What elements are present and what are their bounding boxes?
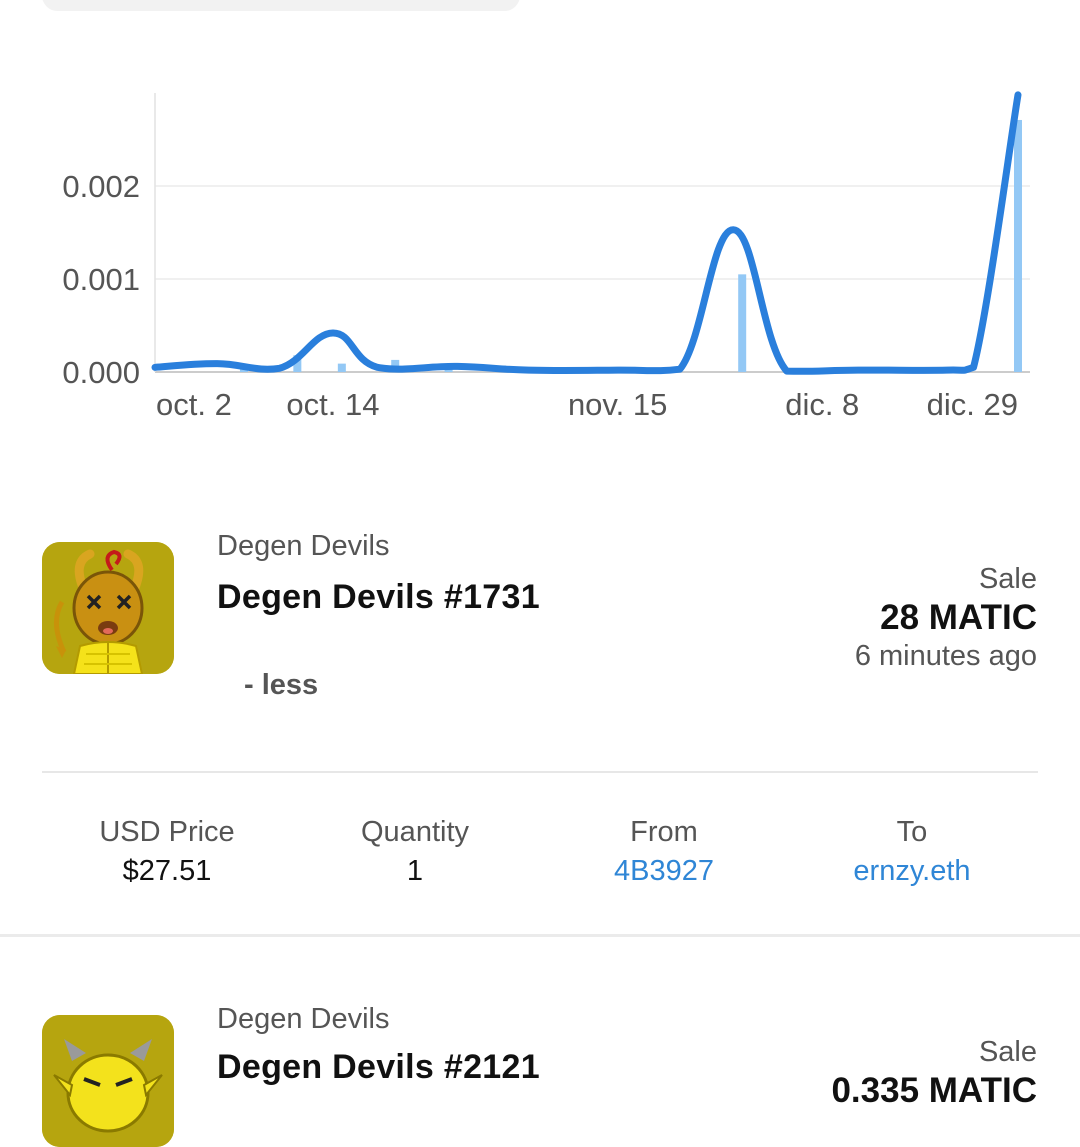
x-tick-label: nov. 15 — [568, 387, 667, 422]
chart-bars — [239, 119, 1022, 372]
y-tick-label: 0.000 — [62, 355, 140, 390]
chart-x-ticks: oct. 2 oct. 14 nov. 15 dic. 8 dic. 29 — [156, 387, 1018, 422]
collection-name[interactable]: Degen Devils — [217, 1003, 389, 1036]
from-label: From — [630, 816, 698, 848]
x-tick-label: dic. 8 — [785, 387, 859, 422]
chart-bar — [738, 274, 747, 372]
x-tick-label: dic. 29 — [927, 387, 1018, 422]
quantity-label: Quantity — [361, 816, 469, 848]
x-tick-label: oct. 2 — [156, 387, 232, 422]
sale-details-row: USD Price $27.51 Quantity 1 From 4B3927 … — [0, 816, 1080, 906]
usd-price-label: USD Price — [99, 816, 235, 848]
nft-item-name[interactable]: Degen Devils #1731 — [217, 578, 540, 617]
collection-name[interactable]: Degen Devils — [217, 530, 389, 563]
sale-time: 6 minutes ago — [854, 640, 1037, 672]
sale-price: 0.335 MATIC — [831, 1071, 1037, 1110]
y-tick-label: 0.001 — [62, 262, 140, 297]
x-tick-label: oct. 14 — [286, 387, 379, 422]
chart-bar — [337, 363, 346, 372]
event-type-label: Sale — [978, 563, 1037, 595]
row-divider — [0, 934, 1080, 937]
chart-grid — [154, 93, 1030, 373]
sale-price: 28 MATIC — [880, 598, 1037, 637]
price-history-chart: 0.000 0.001 0.002 oct. 2 oct. 14 nov. 15 dic.… — [62, 91, 1030, 422]
y-tick-label: 0.002 — [62, 169, 140, 204]
sale-summary: Sale 0.335 MATIC — [831, 1036, 1037, 1111]
chart-y-ticks: 0.000 0.001 0.002 — [62, 169, 140, 390]
from-address-link[interactable]: 4B3927 — [539, 855, 789, 888]
to-column: To ernzy.eth — [787, 816, 1037, 888]
usd-price-column: USD Price $27.51 — [42, 816, 292, 888]
sale-summary: Sale 28 MATIC 6 minutes ago — [855, 563, 1037, 673]
quantity-value: 1 — [406, 855, 424, 887]
to-address-link[interactable]: ernzy.eth — [787, 855, 1037, 888]
toggle-details-less-button[interactable]: - less — [244, 669, 318, 702]
event-type-label: Sale — [978, 1036, 1037, 1068]
chart-bar — [1014, 119, 1022, 372]
chart-price-line — [151, 91, 1022, 375]
top-search-pill[interactable] — [42, 0, 520, 11]
nft-item-name[interactable]: Degen Devils #2121 — [217, 1048, 540, 1087]
from-column: From 4B3927 — [539, 816, 789, 888]
card-divider — [42, 771, 1038, 773]
nft-thumbnail-devil-2121[interactable] — [42, 1015, 174, 1147]
usd-price-value: $27.51 — [122, 855, 212, 887]
to-label: To — [896, 816, 928, 848]
nft-thumbnail-devil-1731[interactable] — [42, 542, 174, 674]
quantity-column: Quantity 1 — [290, 816, 540, 888]
